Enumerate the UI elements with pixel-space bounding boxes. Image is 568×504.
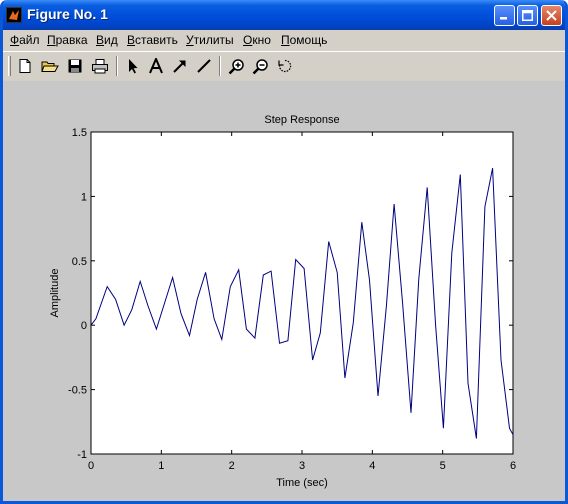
menu-bar: Файл Правка Вид Вставить Утилиты Окно По… — [3, 30, 565, 50]
menu-window[interactable]: Окно — [243, 33, 271, 47]
figure-canvas: Step Response Time (sec) Amplitude 0 1 2 3 4… — [3, 81, 565, 501]
y-tick-label: 0.5 — [72, 256, 87, 268]
title-bar[interactable]: Figure No. 1 — [3, 0, 565, 30]
save-icon[interactable] — [64, 55, 86, 77]
x-tick-label: 3 — [299, 460, 305, 472]
toolbar — [3, 51, 565, 82]
x-axis-label: Time (sec) — [276, 477, 328, 489]
new-file-icon[interactable] — [14, 55, 36, 77]
x-tick-label: 2 — [229, 460, 235, 472]
close-button[interactable] — [541, 5, 562, 26]
menu-tools[interactable]: Утилиты — [186, 33, 234, 47]
menu-edit[interactable]: Правка — [47, 33, 88, 47]
x-tick-label: 4 — [369, 460, 375, 472]
print-icon[interactable] — [89, 55, 111, 77]
x-tick-label: 0 — [88, 460, 94, 472]
y-tick-label: 1.5 — [72, 127, 87, 139]
step-response-chart: Step Response Time (sec) Amplitude 0 1 2 3 4… — [49, 114, 516, 489]
y-tick-label: -1 — [77, 449, 87, 461]
x-tick-label: 1 — [158, 460, 164, 472]
rotate-icon[interactable] — [274, 55, 296, 77]
menu-insert[interactable]: Вставить — [127, 33, 178, 47]
window-title: Figure No. 1 — [27, 6, 108, 22]
toolbar-separator — [219, 56, 221, 76]
chart-title: Step Response — [264, 114, 339, 126]
y-tick-label: 1 — [81, 191, 87, 203]
menu-file[interactable]: Файл — [10, 33, 40, 47]
zoom-in-icon[interactable] — [225, 55, 247, 77]
maximize-button[interactable] — [517, 5, 538, 26]
open-folder-icon[interactable] — [39, 55, 61, 77]
toolbar-grip[interactable] — [8, 56, 11, 76]
arrow-icon[interactable] — [169, 55, 191, 77]
close-icon — [546, 10, 557, 21]
menu-view[interactable]: Вид — [96, 33, 118, 47]
x-tick-label: 6 — [510, 460, 516, 472]
menu-help[interactable]: Помощь — [281, 33, 327, 47]
minimize-button[interactable] — [494, 5, 515, 26]
maximize-icon — [522, 10, 533, 21]
zoom-out-icon[interactable] — [249, 55, 271, 77]
y-tick-label: 0 — [81, 320, 87, 332]
line-icon[interactable] — [193, 55, 215, 77]
matlab-logo-icon — [6, 7, 22, 23]
toolbar-separator — [116, 56, 118, 76]
select-arrow-icon[interactable] — [121, 55, 143, 77]
x-tick-label: 5 — [440, 460, 446, 472]
minimize-icon — [500, 17, 507, 20]
figure-window: Figure No. 1 Файл Правка Вид Вставить Ут… — [0, 0, 568, 504]
text-icon[interactable] — [145, 55, 167, 77]
y-axis-label: Amplitude — [49, 269, 61, 318]
y-tick-label: -0.5 — [68, 385, 87, 397]
